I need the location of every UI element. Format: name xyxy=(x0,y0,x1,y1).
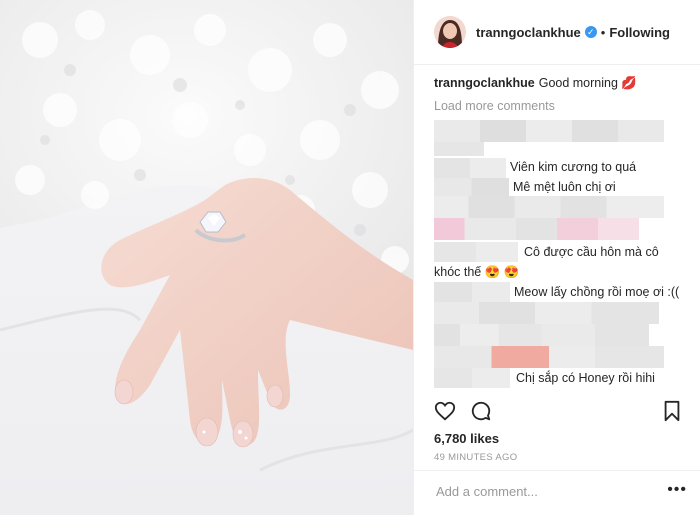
post-panel: tranngoclankhue ✓ • Following tranngocla… xyxy=(413,0,700,515)
heart-icon[interactable] xyxy=(434,400,456,422)
pixelated-comment xyxy=(434,346,664,368)
separator-dot: • xyxy=(600,24,606,40)
comment-text: Meow lấy chồng rồi moẹ ơi :(( xyxy=(514,285,680,299)
comment-text: Mê mệt luôn chị ơi xyxy=(513,180,616,194)
pixelated-username xyxy=(434,158,506,178)
pixelated-username xyxy=(434,368,510,388)
following-button[interactable]: Following xyxy=(609,25,670,40)
comment-text: Cô được cầu hôn mà cô xyxy=(524,245,659,259)
add-comment-input[interactable] xyxy=(434,483,658,500)
pixelated-comment xyxy=(434,196,664,218)
caption: tranngoclankhue Good morning 💋 xyxy=(434,76,637,91)
likes-count[interactable]: 6,780 likes xyxy=(434,431,499,446)
header-username[interactable]: tranngoclankhue xyxy=(476,25,581,40)
verified-badge-icon: ✓ xyxy=(584,26,597,38)
caption-username[interactable]: tranngoclankhue xyxy=(434,76,535,90)
avatar[interactable] xyxy=(434,16,466,48)
comment-text: khóc thế 😍 😍 xyxy=(434,265,520,279)
add-comment-bar: ••• xyxy=(414,470,700,516)
pixelated-username xyxy=(434,282,510,302)
post-actions xyxy=(434,400,694,424)
pixelated-comment xyxy=(434,324,649,346)
comment-text: Viên kim cương to quá xyxy=(510,160,637,174)
pixelated-username xyxy=(434,242,518,262)
comment-text: Chị sắp có Honey rồi hihi xyxy=(516,371,655,385)
post-timestamp: 49 MINUTES AGO xyxy=(434,452,518,463)
post-photo[interactable] xyxy=(0,0,413,515)
pixelated-username xyxy=(434,178,509,198)
pixelated-comment xyxy=(434,302,659,324)
pixelated-username xyxy=(434,142,484,156)
more-options-icon[interactable]: ••• xyxy=(667,482,687,498)
pixelated-username xyxy=(434,120,664,142)
comment-icon[interactable] xyxy=(470,400,492,422)
caption-text: Good morning 💋 xyxy=(538,76,637,90)
comments-list: tranngoclankhue Good morning 💋 Load more … xyxy=(434,72,694,394)
bookmark-icon[interactable] xyxy=(662,400,682,422)
pixelated-comment xyxy=(434,218,639,240)
load-more-comments-link[interactable]: Load more comments xyxy=(434,99,555,113)
post-header: tranngoclankhue ✓ • Following xyxy=(414,0,700,65)
